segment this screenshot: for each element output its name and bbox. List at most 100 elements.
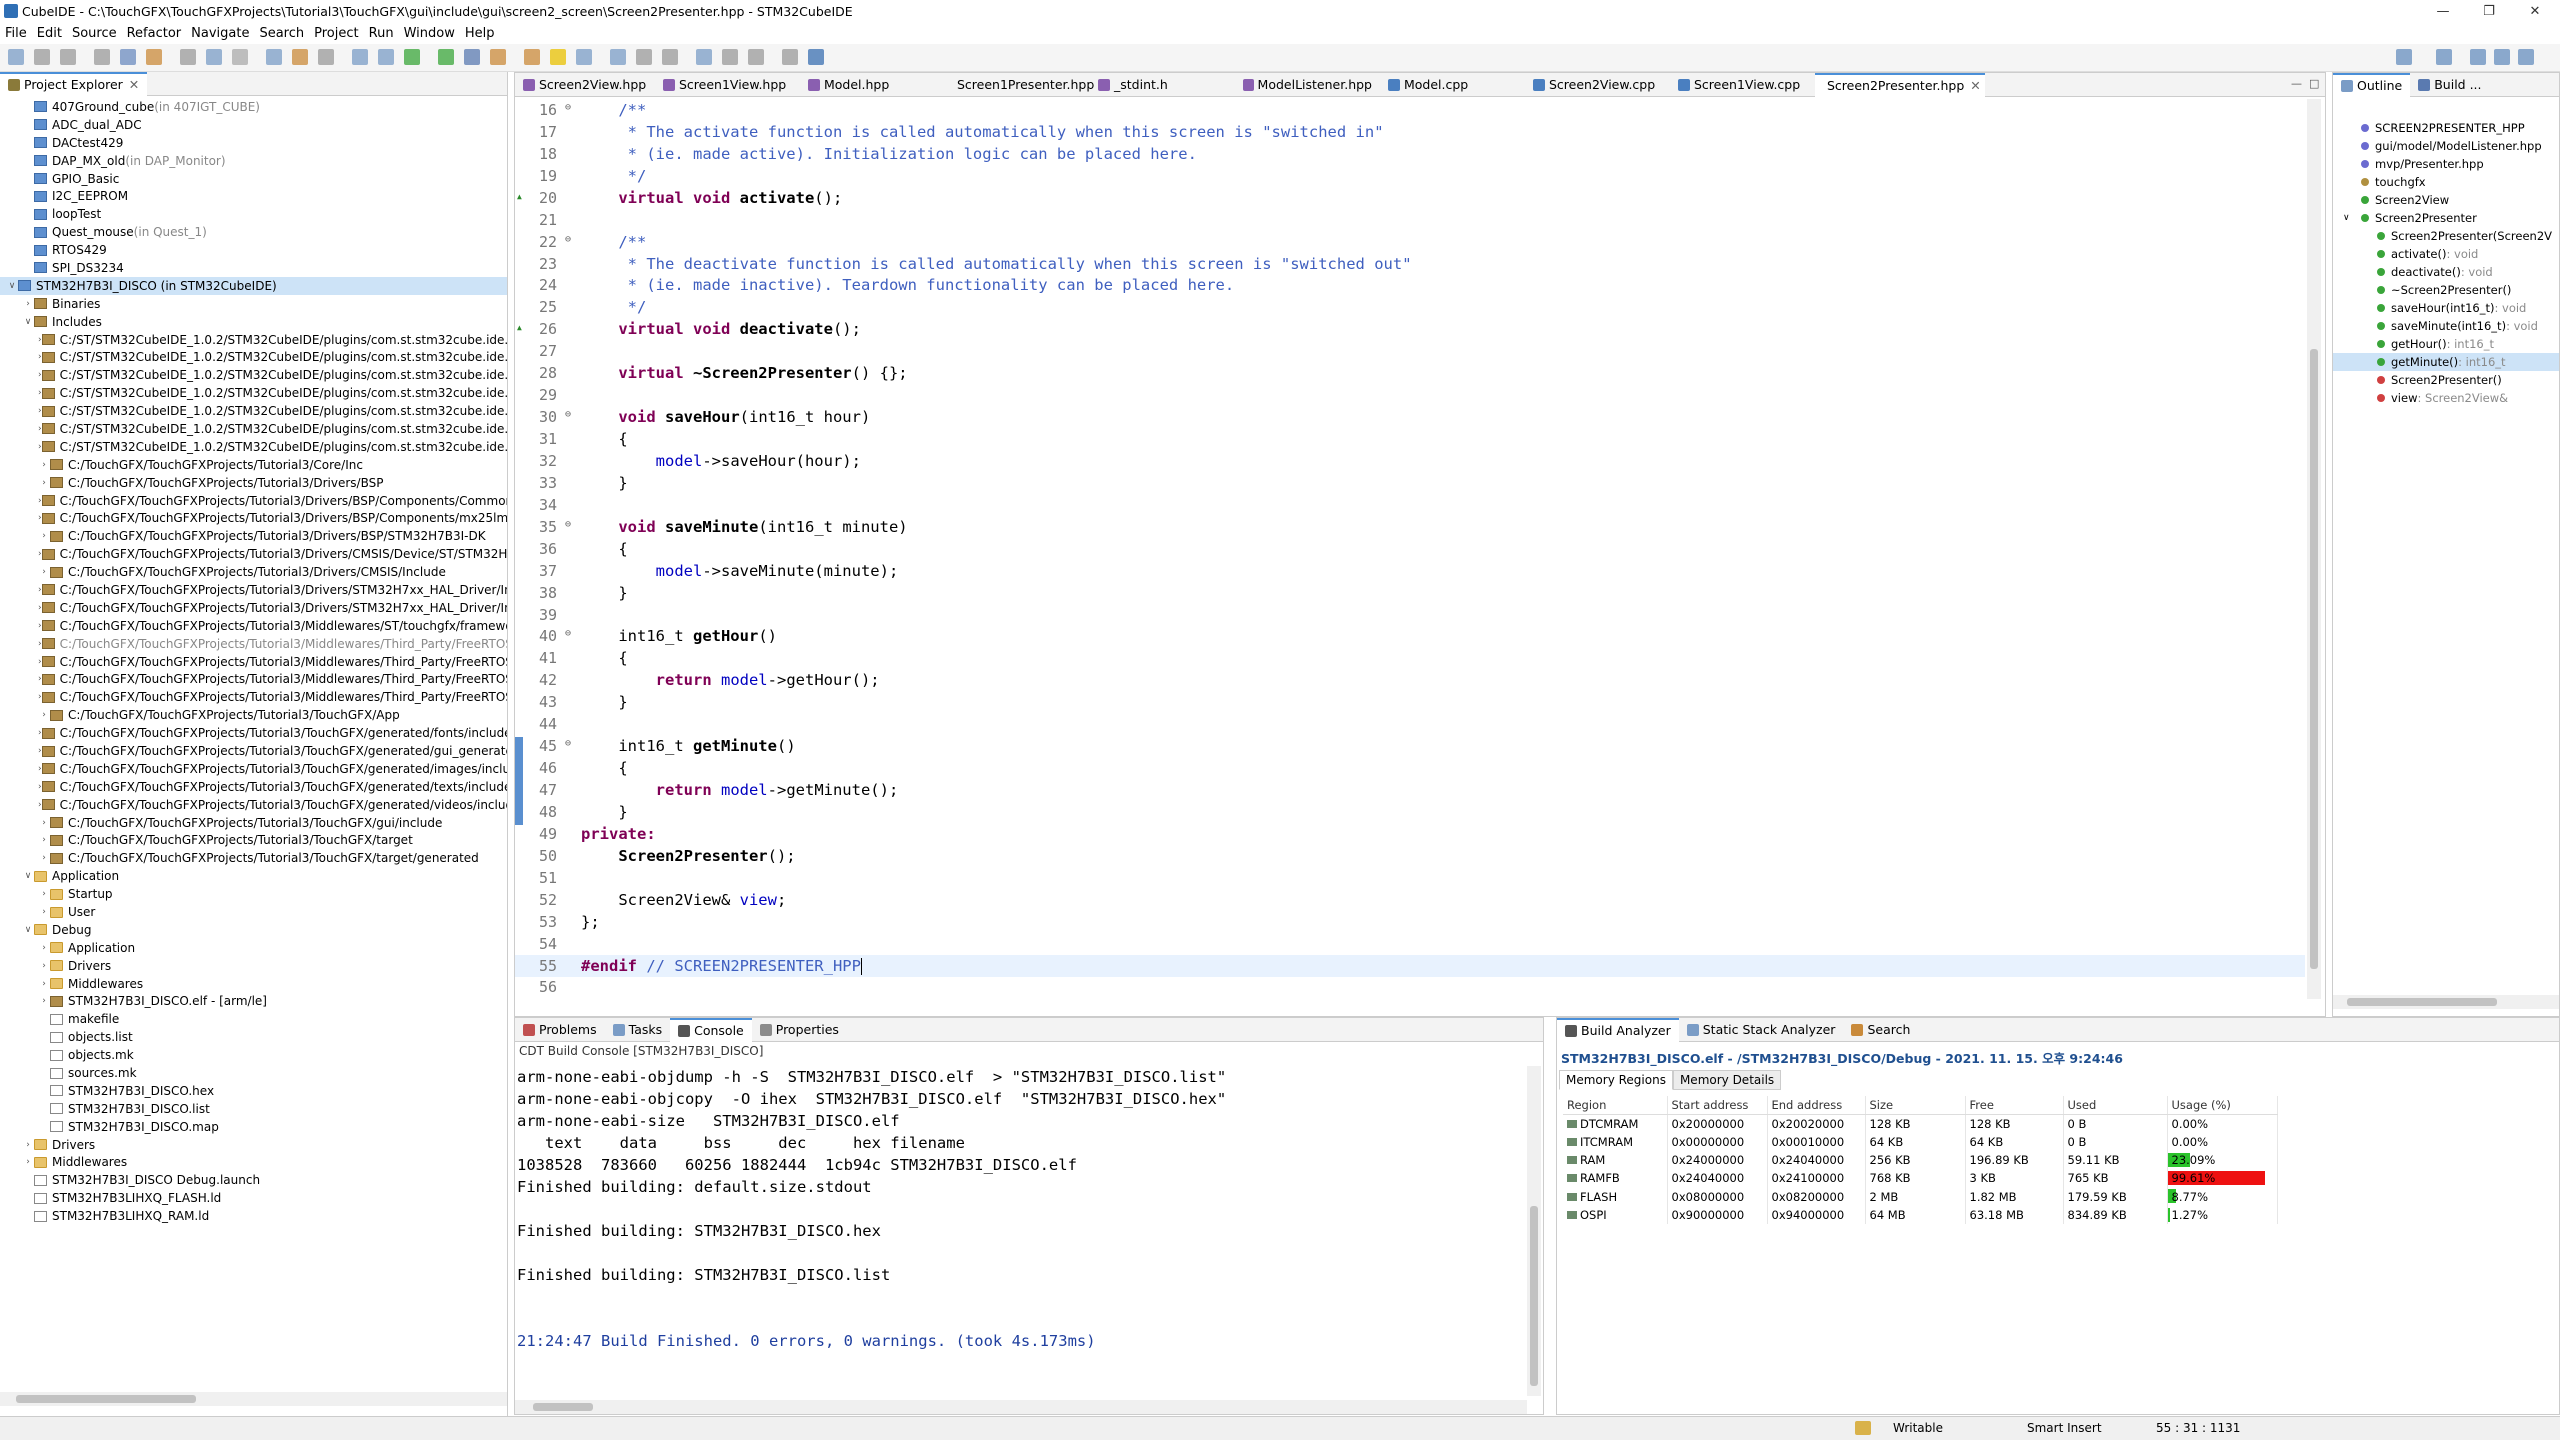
toolbar-button-icon[interactable]	[662, 49, 678, 65]
column-header[interactable]: Start address	[1667, 1096, 1768, 1115]
fold-icon[interactable]: ⊖	[565, 519, 571, 530]
menu-item-help[interactable]: Help	[460, 26, 500, 41]
outline-item[interactable]: ∨ Screen2Presenter	[2333, 209, 2559, 227]
column-header[interactable]: Free	[1965, 1096, 2064, 1115]
tree-item[interactable]: objects.mk	[0, 1046, 507, 1064]
toolbar-button-icon[interactable]	[292, 49, 308, 65]
chevron-right-icon[interactable]: ›	[38, 907, 50, 917]
tab-screen2presenter-hpp[interactable]: Screen2Presenter.hpp ✕	[1815, 72, 1985, 97]
tree-item[interactable]: › Application	[0, 939, 507, 957]
tree-item[interactable]: STM32H7B3I_DISCO Debug.launch	[0, 1171, 507, 1189]
tab-search[interactable]: Search	[1843, 1018, 1918, 1042]
horizontal-scrollbar[interactable]	[0, 1392, 507, 1406]
toolbar-button-icon[interactable]	[438, 49, 454, 65]
tree-item[interactable]: STM32H7B3I_DISCO.list	[0, 1100, 507, 1118]
restore-button[interactable]: ❐	[2466, 0, 2512, 22]
scroll-thumb[interactable]	[533, 1403, 593, 1411]
build-perspective-icon[interactable]	[2518, 49, 2534, 65]
toolbar-button-icon[interactable]	[378, 49, 394, 65]
outline-item[interactable]: view : Screen2View&	[2333, 389, 2559, 407]
tab-screen1view-hpp[interactable]: Screen1View.hpp	[655, 73, 800, 97]
tree-item[interactable]: › Middlewares	[0, 975, 507, 993]
tree-item[interactable]: › STM32H7B3I_DISCO.elf - [arm/le]	[0, 993, 507, 1011]
tree-item[interactable]: › User	[0, 903, 507, 921]
tree-item[interactable]: › C:/TouchGFX/TouchGFXProjects/Tutorial3/…	[0, 581, 507, 599]
tree-item[interactable]: › C:/TouchGFX/TouchGFXProjects/Tutorial3/…	[0, 706, 507, 724]
tree-item[interactable]: ∨ Application	[0, 867, 507, 885]
close-button[interactable]: ✕	[2512, 0, 2558, 22]
chevron-right-icon[interactable]: ›	[38, 835, 50, 845]
toolbar-button-icon[interactable]	[490, 49, 506, 65]
toolbar-button-icon[interactable]	[464, 49, 480, 65]
tree-item[interactable]: GPIO_Basic	[0, 170, 507, 188]
tab-modellistener-hpp[interactable]: ModelListener.hpp	[1235, 73, 1380, 97]
code-area[interactable]: 16 ⊖ /** 17 * The activate function is cal…	[515, 99, 2305, 999]
toolbar-button-icon[interactable]	[146, 49, 162, 65]
outline-item[interactable]: mvp/Presenter.hpp	[2333, 155, 2559, 173]
toolbar-button-icon[interactable]	[524, 49, 540, 65]
tree-item[interactable]: Quest_mouse (in Quest_1)	[0, 223, 507, 241]
toolbar-button-icon[interactable]	[748, 49, 764, 65]
table-row[interactable]: RAMFB 0x24040000 0x24100000 768 KB 3 KB 765 K…	[1563, 1169, 2278, 1188]
toolbar-button-icon[interactable]	[550, 49, 566, 65]
tab-model-cpp[interactable]: Model.cpp	[1380, 73, 1525, 97]
tree-item[interactable]: › C:/TouchGFX/TouchGFXProjects/Tutorial3/…	[0, 653, 507, 671]
tab-properties[interactable]: Properties	[752, 1018, 847, 1042]
debug-perspective-icon[interactable]	[2470, 49, 2486, 65]
tree-item[interactable]: › C:/TouchGFX/TouchGFXProjects/Tutorial3/…	[0, 778, 507, 796]
tab-model-hpp[interactable]: Model.hpp	[800, 73, 945, 97]
scroll-thumb[interactable]	[2310, 349, 2318, 969]
outline-item[interactable]: Screen2View	[2333, 191, 2559, 209]
tab-project-explorer[interactable]: Project Explorer ✕	[0, 72, 148, 96]
chevron-right-icon[interactable]: ›	[38, 567, 50, 577]
tree-item[interactable]: ∨ Debug	[0, 921, 507, 939]
tree-item[interactable]: › C:/TouchGFX/TouchGFXProjects/Tutorial3/…	[0, 796, 507, 814]
outline-item[interactable]: SCREEN2PRESENTER_HPP	[2333, 119, 2559, 137]
chevron-right-icon[interactable]: ›	[38, 710, 50, 720]
chevron-down-icon[interactable]: ∨	[22, 871, 34, 881]
tree-item[interactable]: › C:/ST/STM32CubeIDE_1.0.2/STM32CubeIDE/p…	[0, 348, 507, 366]
tree-item[interactable]: sources.mk	[0, 1064, 507, 1082]
tree-item[interactable]: › Drivers	[0, 1136, 507, 1154]
outline-item[interactable]: saveHour(int16_t) : void	[2333, 299, 2559, 317]
menu-item-search[interactable]: Search	[254, 26, 309, 41]
perspective-icon[interactable]	[2436, 49, 2452, 65]
tree-item[interactable]: › C:/TouchGFX/TouchGFXProjects/Tutorial3/…	[0, 671, 507, 689]
toolbar-button-icon[interactable]	[180, 49, 196, 65]
tree-item[interactable]: › C:/ST/STM32CubeIDE_1.0.2/STM32CubeIDE/p…	[0, 331, 507, 349]
tree-item[interactable]: › C:/TouchGFX/TouchGFXProjects/Tutorial3/…	[0, 814, 507, 832]
toolbar-button-icon[interactable]	[576, 49, 592, 65]
outline-item[interactable]: deactivate() : void	[2333, 263, 2559, 281]
tree-item[interactable]: › Middlewares	[0, 1154, 507, 1172]
menu-item-run[interactable]: Run	[364, 26, 399, 41]
column-header[interactable]: Region	[1563, 1096, 1668, 1115]
chevron-right-icon[interactable]: ›	[22, 1140, 34, 1150]
tab-problems[interactable]: Problems	[515, 1018, 605, 1042]
toolbar-button-icon[interactable]	[318, 49, 334, 65]
close-icon[interactable]: ✕	[129, 77, 139, 92]
chevron-right-icon[interactable]: ›	[38, 961, 50, 971]
toolbar-button-icon[interactable]	[94, 49, 110, 65]
chevron-down-icon[interactable]: ∨	[22, 925, 34, 935]
tree-item[interactable]: › C:/ST/STM32CubeIDE_1.0.2/STM32CubeIDE/p…	[0, 438, 507, 456]
toolbar-button-icon[interactable]	[404, 49, 420, 65]
toolbar-button-icon[interactable]	[120, 49, 136, 65]
chevron-right-icon[interactable]: ›	[38, 979, 50, 989]
tree-item[interactable]: › Binaries	[0, 295, 507, 313]
tree-item[interactable]: › C:/TouchGFX/TouchGFXProjects/Tutorial3/…	[0, 742, 507, 760]
tab--stdint-h[interactable]: _stdint.h	[1090, 73, 1235, 97]
chevron-down-icon[interactable]: ∨	[6, 281, 18, 291]
chevron-right-icon[interactable]: ›	[22, 1157, 34, 1167]
menu-item-refactor[interactable]: Refactor	[122, 26, 187, 41]
close-icon[interactable]: ✕	[1970, 78, 1980, 93]
toolbar-button-icon[interactable]	[232, 49, 248, 65]
outline-item[interactable]: getHour() : int16_t	[2333, 335, 2559, 353]
tree-item[interactable]: › C:/TouchGFX/TouchGFXProjects/Tutorial3/…	[0, 849, 507, 867]
horizontal-scrollbar[interactable]	[515, 1400, 1527, 1414]
toolbar-button-icon[interactable]	[266, 49, 282, 65]
column-header[interactable]: End address	[1767, 1096, 1866, 1115]
minimize-icon[interactable]: —	[2291, 77, 2302, 90]
console-output[interactable]: arm-none-eabi-objdump -h -S STM32H7B3I_D…	[517, 1066, 1517, 1352]
tree-item[interactable]: ADC_dual_ADC	[0, 116, 507, 134]
scroll-thumb[interactable]	[1530, 1206, 1538, 1386]
